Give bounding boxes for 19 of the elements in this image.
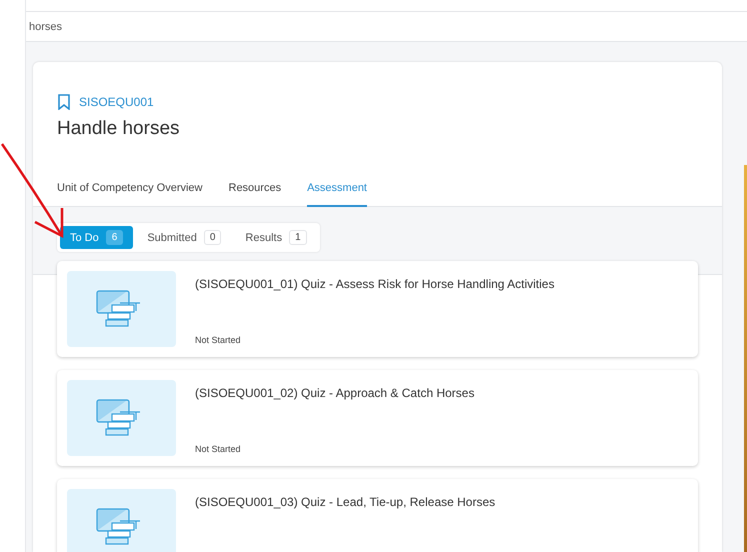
tab[interactable]: Resources (228, 182, 282, 207)
breadcrumb[interactable]: horses (29, 20, 62, 32)
assessment-status: Not Started (195, 444, 242, 456)
filter-tab[interactable]: Results 1 (235, 226, 317, 249)
bookmark-icon (57, 94, 71, 110)
assessment-title: (SISOEQU001_03) Quiz - Lead, Tie-up, Release Horses (195, 495, 496, 509)
assessment-card[interactable]: (SISOEQU001_03) Quiz - Lead, Tie-up, Release Horses (57, 479, 698, 552)
filter-tab[interactable]: Submitted 0 (137, 226, 232, 249)
assessment-card[interactable]: (SISOEQU001_02) Quiz - Approach & Catch Horses Not Started (57, 370, 698, 466)
assessment-title: (SISOEQU001_02) Quiz - Approach & Catch Horses (195, 386, 474, 400)
count-badge: 6 (106, 230, 124, 245)
assessment-card[interactable]: (SISOEQU001_01) Quiz - Assess Risk for Horse Handling Activities Not Started (57, 261, 698, 357)
count-badge: 1 (289, 230, 307, 245)
unit-code: SISOEQU001 (79, 95, 154, 109)
unit-title: Handle horses (57, 118, 181, 140)
tab[interactable]: Unit of Competency Overview (57, 182, 202, 207)
assessment-status: Not Started (195, 335, 242, 347)
count-badge: 0 (204, 230, 222, 245)
assessment-title: (SISOEQU001_01) Quiz - Assess Risk for Horse Handling Activities (195, 277, 554, 291)
